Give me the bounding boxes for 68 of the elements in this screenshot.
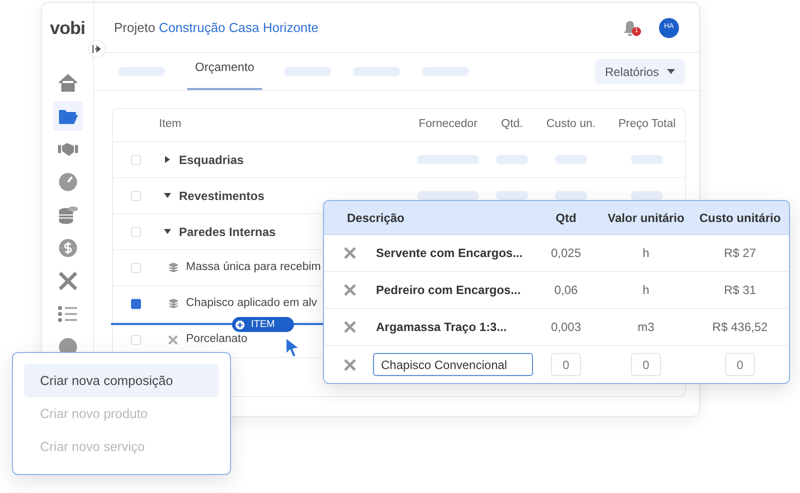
unit-cell-text: h <box>642 282 650 299</box>
description-cell-text: Servente com Encargos... <box>376 245 524 262</box>
caret-icon[interactable] <box>164 156 171 163</box>
arrow-icon <box>92 45 102 53</box>
column-header: Qtd <box>554 210 578 226</box>
tools-icon <box>344 358 356 370</box>
drop-badge: ITEM <box>232 317 294 332</box>
tools-icon <box>168 334 178 344</box>
menu-item[interactable]: Criar nova composição <box>24 364 219 397</box>
row-checkbox[interactable] <box>131 298 141 308</box>
column-header: Qtd. <box>500 117 524 132</box>
logo: vobi <box>50 17 86 40</box>
column-header: Preço Total <box>617 117 677 132</box>
qtd-cell-text: 0,06 <box>553 282 579 299</box>
unit-cell-text: m3 <box>636 319 656 336</box>
column-header: Valor unitário <box>606 210 686 226</box>
caret-icon <box>667 69 675 74</box>
cursor-icon <box>285 337 301 357</box>
item-name: Chapisco aplicado em alv <box>186 296 318 311</box>
cost-cell-text: R$ 436,52 <box>711 319 769 336</box>
project-title: Projeto Construção Casa Horizonte <box>114 18 320 37</box>
group-name: Paredes Internas <box>179 224 276 240</box>
value-placeholder <box>555 191 587 200</box>
description-input[interactable]: Chapisco Convencional <box>373 353 533 376</box>
sidebar-item[interactable] <box>52 101 82 131</box>
row-checkbox[interactable] <box>131 190 141 200</box>
caret-icon[interactable] <box>164 228 171 235</box>
tools-icon <box>344 321 356 333</box>
layers-icon <box>169 299 178 308</box>
cost-cell-text: R$ 31 <box>722 282 758 299</box>
plus-icon <box>235 320 245 330</box>
column-header: Custo unitário <box>698 210 782 226</box>
value-placeholder <box>496 191 528 200</box>
tools-icon <box>56 270 78 292</box>
tab[interactable]: Orçamento <box>187 58 262 90</box>
list-icon <box>56 303 78 325</box>
item-name: Massa única para recebim <box>186 260 321 275</box>
column-header: Fornecedor <box>418 117 478 132</box>
layers-icon <box>169 263 178 272</box>
description-cell-text: Argamassa Traço 1:3... <box>376 319 508 336</box>
row-checkbox[interactable] <box>131 154 141 164</box>
reports-dropdown[interactable]: Relatórios <box>594 59 685 84</box>
value-placeholder <box>631 191 663 200</box>
dollar-icon <box>56 237 78 259</box>
number-input[interactable]: 0 <box>631 353 661 376</box>
row-checkbox[interactable] <box>131 226 141 236</box>
unit-cell-text: h <box>642 245 650 262</box>
column-header: Item <box>159 117 182 132</box>
group-name: Esquadrias <box>179 152 244 168</box>
description-cell-text: Pedreiro com Encargos... <box>376 282 522 299</box>
item-name: Porcelanato <box>186 332 248 347</box>
caret-icon[interactable] <box>164 192 171 199</box>
row-checkbox[interactable] <box>131 334 141 344</box>
column-header: Custo un. <box>545 117 597 132</box>
tools-icon <box>344 284 356 296</box>
value-placeholder <box>417 191 479 200</box>
cost-cell-text: R$ 27 <box>722 245 758 262</box>
home-icon <box>56 72 78 94</box>
number-input[interactable]: 0 <box>551 353 581 376</box>
tools-icon <box>344 247 356 259</box>
qtd-cell-text: 0,003 <box>550 319 582 336</box>
group-name: Revestimentos <box>179 188 264 204</box>
coins-icon <box>56 204 78 226</box>
qtd-cell-text: 0,025 <box>550 245 582 262</box>
column-header: Descrição <box>346 210 406 226</box>
number-input[interactable]: 0 <box>725 353 755 376</box>
gauge-icon <box>56 171 78 193</box>
row-checkbox[interactable] <box>131 262 141 272</box>
